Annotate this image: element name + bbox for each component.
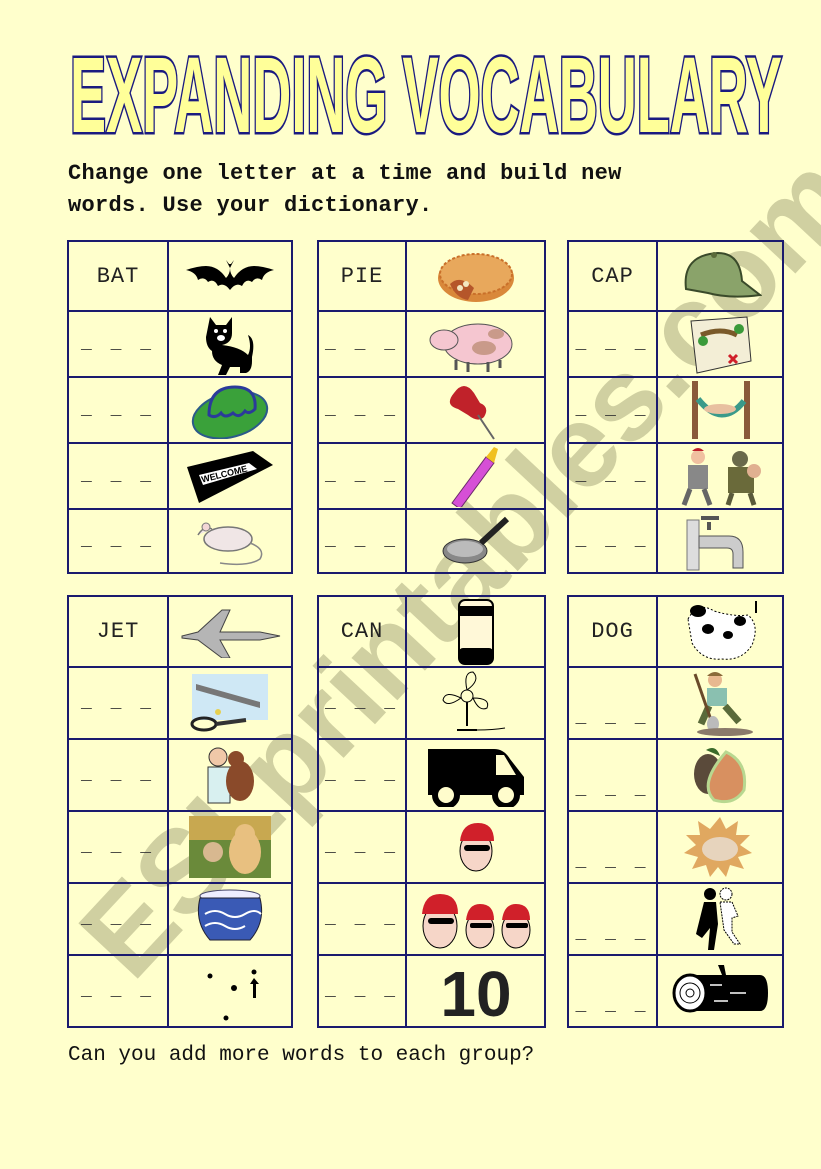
answer-blank[interactable]: _ _ _ — [567, 810, 658, 884]
answer-blank[interactable]: _ _ _ — [67, 442, 169, 510]
answer-blank[interactable]: _ _ _ — [67, 666, 169, 740]
fan-icon — [405, 666, 546, 740]
answer-blank[interactable]: _ _ _ — [67, 954, 169, 1028]
pen-icon — [405, 442, 546, 510]
instructions-line-1: Change one letter at a time and build ne… — [68, 161, 622, 186]
man-icon — [405, 810, 546, 884]
instructions: Change one letter at a time and build ne… — [68, 158, 622, 222]
answer-blank[interactable]: _ _ _ — [317, 666, 407, 740]
dot-icon — [167, 954, 293, 1028]
cat-icon — [167, 310, 293, 378]
tap-icon — [656, 508, 784, 574]
svg-text:10: 10 — [440, 960, 511, 1022]
digger-icon — [656, 666, 784, 740]
van-icon — [405, 738, 546, 812]
answer-blank[interactable]: _ _ _ — [567, 310, 658, 378]
start-word: DOG — [567, 595, 658, 668]
answer-blank[interactable]: _ _ _ — [567, 666, 658, 740]
jet-icon — [167, 595, 293, 668]
start-word: CAP — [567, 240, 658, 312]
start-word: CAN — [317, 595, 407, 668]
answer-blank[interactable]: _ _ _ — [317, 310, 407, 378]
word-group-pie: PIE _ _ _ _ _ _ _ _ _ _ _ _ — [317, 240, 546, 574]
answer-blank[interactable]: _ _ _ — [317, 810, 407, 884]
answer-blank[interactable]: _ _ _ — [567, 954, 658, 1028]
map-icon — [656, 310, 784, 378]
word-group-jet: JET _ _ _ _ _ _ _ _ _ _ _ _ _ _ _ — [67, 595, 293, 1028]
answer-blank[interactable]: _ _ _ — [567, 882, 658, 956]
answer-blank[interactable]: _ _ _ — [67, 310, 169, 378]
answer-blank[interactable]: _ _ _ — [567, 508, 658, 574]
word-group-dog: DOG _ _ _ _ _ _ _ _ _ _ _ _ _ _ _ — [567, 595, 784, 1028]
word-group-can: CAN _ _ _ _ _ _ _ _ _ _ _ _ _ _ _ 10 — [317, 595, 546, 1028]
answer-blank[interactable]: _ _ _ — [67, 882, 169, 956]
pet-icon — [167, 810, 293, 884]
answer-blank[interactable]: _ _ _ — [67, 376, 169, 444]
cap-icon — [656, 240, 784, 312]
nap-icon — [656, 376, 784, 444]
answer-blank[interactable]: _ _ _ — [567, 738, 658, 812]
fig-icon — [656, 738, 784, 812]
pot-icon — [167, 882, 293, 956]
rat-icon — [167, 508, 293, 574]
welcome-mat-icon: WELCOME — [167, 442, 293, 510]
pie-icon — [405, 240, 546, 312]
log-icon — [656, 954, 784, 1028]
footer-question: Can you add more words to each group? — [68, 1044, 535, 1067]
vet-icon — [167, 738, 293, 812]
answer-blank[interactable]: _ _ _ — [317, 954, 407, 1028]
dog-icon — [656, 595, 784, 668]
rap-icon — [656, 442, 784, 510]
answer-blank[interactable]: _ _ _ — [317, 376, 407, 444]
start-word: PIE — [317, 240, 407, 312]
men-icon — [405, 882, 546, 956]
fog-icon — [656, 810, 784, 884]
jog-icon — [656, 882, 784, 956]
page-title-text: EXPANDING VOCABULARY — [70, 44, 782, 144]
answer-blank[interactable]: _ _ _ — [317, 508, 407, 574]
start-word: JET — [67, 595, 169, 668]
word-group-bat: BAT _ _ _ _ _ _ _ _ _ WELCOME _ _ _ — [67, 240, 293, 574]
answer-blank[interactable]: _ _ _ — [317, 738, 407, 812]
answer-blank[interactable]: _ _ _ — [67, 738, 169, 812]
answer-blank[interactable]: _ _ _ — [567, 376, 658, 444]
answer-blank[interactable]: _ _ _ — [317, 882, 407, 956]
pin-icon — [405, 376, 546, 444]
page-title: EXPANDING VOCABULARY — [66, 32, 786, 158]
instructions-line-2: words. Use your dictionary. — [68, 193, 433, 218]
answer-blank[interactable]: _ _ _ — [317, 442, 407, 510]
word-group-cap: CAP _ _ _ _ _ _ _ _ _ _ _ _ — [567, 240, 784, 574]
pig-icon — [405, 310, 546, 378]
can-icon — [405, 595, 546, 668]
answer-blank[interactable]: _ _ _ — [67, 508, 169, 574]
net-icon — [167, 666, 293, 740]
answer-blank[interactable]: _ _ _ — [567, 442, 658, 510]
answer-blank[interactable]: _ _ _ — [67, 810, 169, 884]
start-word: BAT — [67, 240, 169, 312]
ten-icon: 10 — [405, 954, 546, 1028]
bat-icon — [167, 240, 293, 312]
hat-icon — [167, 376, 293, 444]
pan-icon — [405, 508, 546, 574]
